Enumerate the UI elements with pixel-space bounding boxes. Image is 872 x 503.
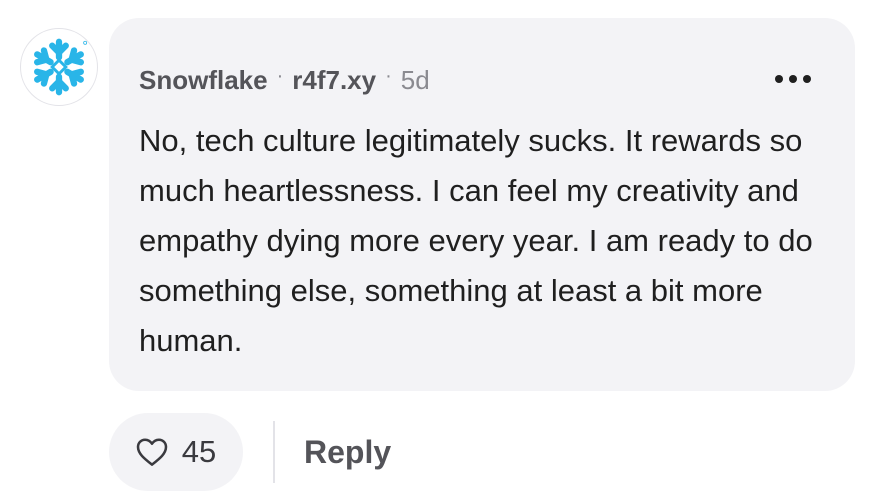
snowflake-logo-icon — [34, 38, 88, 96]
action-divider — [273, 421, 275, 483]
comment-text: No, tech culture legitimately sucks. It … — [139, 123, 813, 358]
more-horizontal-icon — [803, 75, 811, 83]
reply-button[interactable]: Reply — [304, 432, 391, 472]
author-name[interactable]: Snowflake — [139, 64, 268, 96]
more-options-button[interactable] — [775, 68, 811, 90]
comment-meta: Snowflake · r4f7.xy · 5d — [139, 64, 430, 96]
like-count: 45 — [181, 434, 217, 469]
comment-bubble: Snowflake · r4f7.xy · 5d No, tech cultur… — [109, 18, 855, 391]
like-button[interactable]: 45 — [109, 413, 243, 491]
more-horizontal-icon — [775, 75, 783, 83]
heart-icon — [136, 438, 168, 466]
more-horizontal-icon — [789, 75, 797, 83]
comment-age: 5d — [400, 65, 430, 95]
author-handle[interactable]: r4f7.xy — [292, 64, 376, 96]
meta-separator: · — [276, 65, 284, 87]
avatar[interactable] — [20, 28, 98, 106]
meta-separator: · — [385, 65, 392, 87]
